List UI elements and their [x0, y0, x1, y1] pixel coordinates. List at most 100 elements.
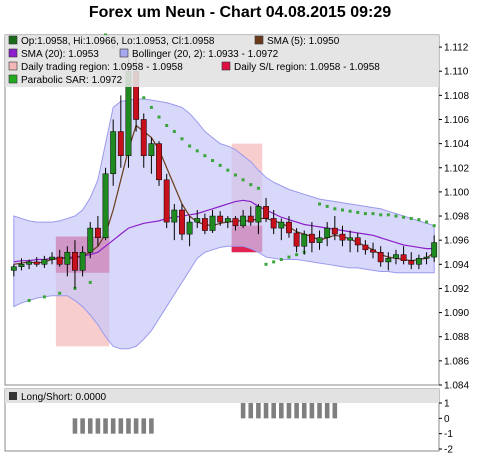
long-bar	[240, 403, 246, 419]
sar-point	[295, 253, 299, 257]
candle-body	[278, 221, 285, 229]
candle-body	[331, 227, 338, 235]
forex-chart: 1.084 1.086 1.088 1.090 1.092 1.094 1.096 1.098…	[4, 33, 469, 456]
sub-y-tick-label: 0	[444, 414, 450, 425]
y-tick-label: 1.094	[444, 260, 469, 271]
sar-point	[409, 216, 413, 220]
sar-point	[58, 291, 62, 295]
legend: Op:1.0958, Hi:1.0966, Lo:1.0953, Cl:1.09…	[5, 35, 439, 87]
long-bar	[271, 403, 276, 419]
sar-point	[432, 224, 436, 228]
candle-body	[393, 254, 399, 259]
sar-point	[149, 105, 153, 109]
candle-body	[171, 209, 178, 223]
candle-body	[270, 218, 277, 229]
candle-body	[286, 221, 292, 234]
y-tick-label: 1.090	[444, 308, 469, 319]
dtr-legend-label: Daily trading region: 1.0958 - 1.0958	[21, 62, 183, 73]
candle-body	[224, 218, 231, 223]
sar-point	[356, 210, 360, 214]
sar-point	[218, 163, 222, 167]
candle-body	[370, 249, 376, 253]
y-tick-label: 1.106	[444, 115, 469, 126]
sar-point	[417, 218, 421, 222]
candle-body	[94, 227, 101, 239]
candle-body	[117, 131, 124, 156]
sar-point	[371, 212, 375, 216]
candle-body	[377, 251, 384, 263]
dtr-legend-swatch	[8, 61, 18, 71]
y-tick-label: 1.104	[444, 139, 469, 150]
sar-point	[379, 213, 383, 217]
short-bar	[95, 418, 101, 434]
sar-point	[27, 299, 31, 303]
candle-body	[79, 251, 86, 271]
candle-body	[201, 218, 208, 231]
candle-body	[415, 258, 422, 265]
candle-body	[293, 232, 300, 247]
sub-y-tick-label: -2	[444, 445, 453, 456]
candle-body	[232, 218, 239, 226]
candle-body	[400, 254, 407, 261]
sub-y-tick-label: 1	[444, 399, 450, 410]
sar-point	[333, 207, 337, 211]
short-bar	[133, 418, 139, 434]
long-bar	[248, 403, 254, 419]
dsl-legend-swatch	[221, 61, 231, 71]
candle-body	[140, 119, 147, 156]
sar-point	[264, 262, 268, 266]
candle-body	[347, 237, 354, 241]
short-bar	[149, 418, 154, 434]
ohlc-legend-swatch	[8, 35, 18, 45]
candle-body	[179, 209, 185, 235]
sar-point	[233, 173, 237, 177]
y-axis: 1.084 1.086 1.088 1.090 1.092 1.094 1.096 1.098…	[439, 43, 469, 392]
sar-point	[241, 178, 245, 182]
long-bar	[301, 403, 307, 419]
sar-legend-swatch	[8, 74, 18, 84]
sar-point	[180, 137, 184, 141]
long-short-y-axis: 1 0 -1 -2	[439, 399, 453, 456]
sar-point	[226, 168, 230, 172]
y-tick-label: 1.100	[444, 187, 469, 198]
long-short-legend: Long/Short: 0.0000	[21, 392, 107, 403]
y-tick-label: 1.112	[444, 43, 469, 54]
candle-body	[385, 258, 392, 263]
long-bar	[263, 403, 269, 419]
sma20-legend-label: SMA (20): 1.0953	[21, 49, 99, 60]
candle-body	[72, 251, 78, 271]
y-tick-label: 1.110	[444, 67, 469, 78]
candle-body	[247, 215, 254, 223]
sar-point	[88, 280, 92, 284]
candle-body	[10, 266, 17, 271]
candle-body	[194, 218, 201, 223]
sar-point	[42, 295, 46, 299]
sar-point	[340, 208, 344, 212]
sar-point	[249, 183, 253, 187]
sar-point	[272, 260, 276, 264]
long-bar	[294, 403, 299, 419]
short-bar	[103, 418, 108, 434]
sar-point	[188, 144, 192, 148]
candle-body	[64, 251, 71, 265]
sma5-legend-swatch	[254, 35, 264, 45]
long-bar	[317, 403, 322, 419]
y-tick-label: 1.086	[444, 356, 469, 367]
candle-body	[18, 264, 25, 267]
ohlc-legend-label: Op:1.0958, Hi:1.0966, Lo:1.0953, Cl:1.09…	[21, 36, 215, 47]
dsl-legend-label: Daily S/L region: 1.0958 - 1.0958	[234, 62, 380, 73]
short-bar	[110, 418, 116, 434]
candle-body	[217, 215, 224, 223]
sar-point	[211, 159, 215, 163]
candle-body	[41, 259, 48, 265]
short-bar	[126, 418, 131, 434]
long-bar	[332, 403, 338, 419]
candle-body	[423, 256, 430, 259]
sar-point	[287, 255, 291, 259]
candle-body	[148, 143, 155, 156]
candle-body	[56, 256, 63, 265]
long-bar	[256, 403, 261, 419]
y-tick-label: 1.102	[444, 163, 469, 174]
candle-body	[408, 260, 415, 265]
short-bar	[141, 418, 147, 434]
